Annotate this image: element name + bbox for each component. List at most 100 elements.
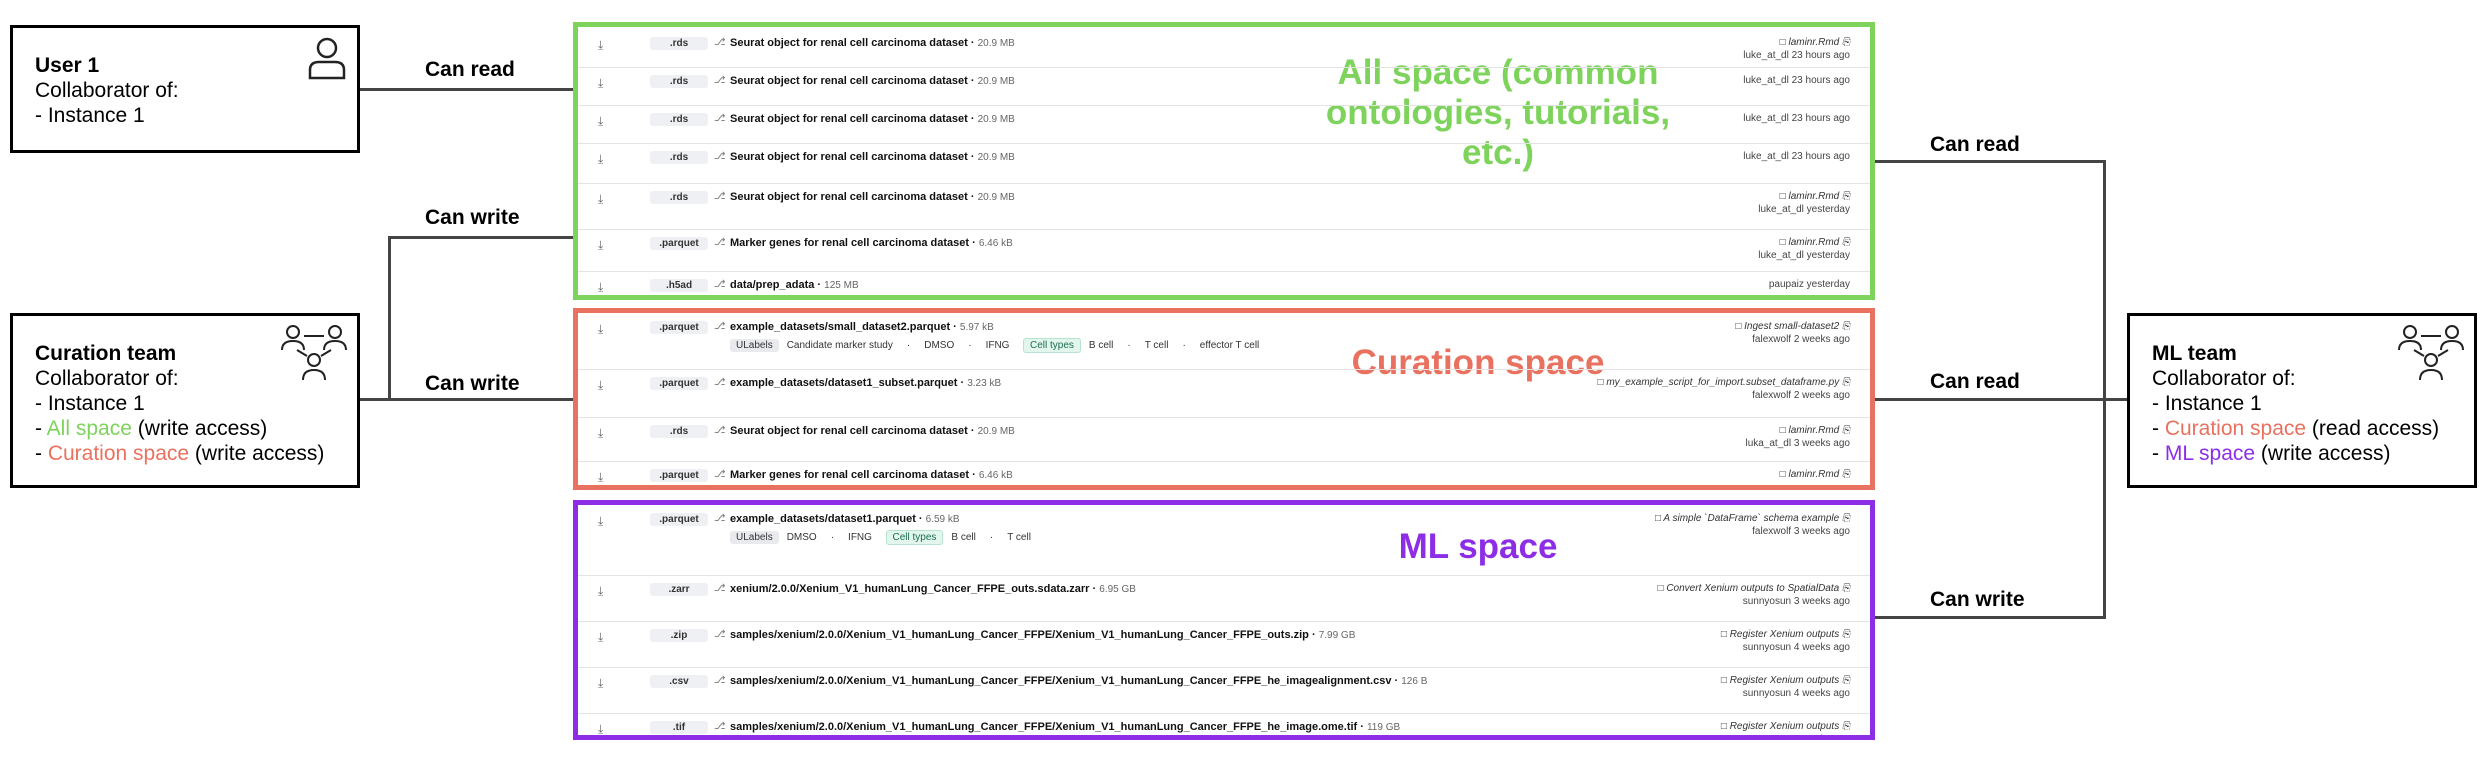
file-name[interactable]: samples/xenium/2.0.0/Xenium_V1_humanLung… [730,629,1355,641]
download-icon[interactable]: ⤓ [598,630,603,645]
link-icon: ⎇ [714,377,726,388]
notebook-icon: □ [1720,721,1730,732]
download-icon[interactable]: ⤓ [598,238,603,253]
transform-link[interactable]: □ Convert Xenium outputs to SpatialData … [1658,583,1851,594]
copy-icon: ⎘ [1839,377,1850,388]
file-name[interactable]: xenium/2.0.0/Xenium_V1_humanLung_Cancer_… [730,583,1136,595]
connector-curation-all-v [388,236,391,400]
transform-link[interactable]: □ laminr.Rmd ⎘ [1780,425,1850,436]
table-row[interactable]: ⤓ .rds ⎇ Seurat object for renal cell carci… [578,105,1870,143]
file-size: 119 GB [1366,722,1401,733]
transform-link[interactable]: □ A simple `DataFrame` schema example ⎘ [1655,513,1850,524]
table-row[interactable]: ⤓ .parquet ⎇ Marker genes for renal cell ca… [578,461,1870,485]
file-extension-badge: .rds [650,425,708,438]
download-icon[interactable]: ⤓ [598,514,603,529]
file-name[interactable]: samples/xenium/2.0.0/Xenium_V1_humanLung… [730,675,1427,687]
cell-type-value[interactable]: T cell [1139,339,1175,352]
file-name[interactable]: Seurat object for renal cell carcinoma d… [730,151,1015,163]
download-icon[interactable]: ⤓ [598,470,603,485]
row-divider [578,143,1870,144]
transform-link[interactable]: □ laminr.Rmd ⎘ [1780,191,1850,202]
file-name[interactable]: data/prep_adata · 125 MB [730,279,859,291]
link-icon: ⎇ [714,469,726,480]
file-name[interactable]: example_datasets/small_dataset2.parquet … [730,321,994,333]
cell-type-value[interactable]: effector T cell [1194,339,1265,352]
link-icon: ⎇ [714,583,726,594]
link-icon: ⎇ [714,629,726,640]
file-name[interactable]: example_datasets/dataset1.parquet · 6.59… [730,513,960,525]
label-ml-can-write-ml: Can write [1930,588,2025,611]
table-row[interactable]: ⤓ .parquet ⎇ example_datasets/small_dataset… [590,321,1858,353]
file-size: 20.9 MB [977,426,1015,437]
download-icon[interactable]: ⤓ [598,378,603,393]
table-row[interactable]: ⤓ .h5ad ⎇ data/prep_adata · 125 MB paupaiz y… [578,271,1870,295]
table-row[interactable]: ⤓ .rds ⎇ Seurat object for renal cell carci… [578,183,1870,221]
notebook-icon: □ [1720,629,1730,640]
ulabel-value[interactable]: IFNG [842,531,878,544]
file-size: 125 MB [824,280,859,291]
connector-curation-cur [358,398,574,401]
file-extension-badge: .parquet [650,237,708,250]
transform-link[interactable]: □ laminr.Rmd ⎘ [1780,237,1850,248]
file-name[interactable]: samples/xenium/2.0.0/Xenium_V1_humanLung… [730,721,1400,733]
table-row[interactable]: ⤓ .rds ⎇ Seurat object for renal cell carci… [578,143,1870,181]
cell-type-value[interactable]: B cell [945,531,981,544]
table-row[interactable]: ⤓ .tif ⎇ samples/xenium/2.0.0/Xenium_V1_hum… [578,713,1870,735]
file-name[interactable]: Marker genes for renal cell carcinoma da… [730,237,1013,249]
file-name[interactable]: Marker genes for renal cell carcinoma da… [730,469,1013,481]
file-name[interactable]: example_datasets/dataset1_subset.parquet… [730,377,1001,389]
author-timestamp: sunnyosun 3 weeks ago [1742,596,1850,607]
table-row[interactable]: ⤓ .rds ⎇ Seurat object for renal cell carci… [590,37,1858,67]
table-row[interactable]: ⤓ .parquet ⎇ Marker genes for renal cell ca… [578,229,1870,267]
link-icon: ⎇ [714,721,726,732]
link-icon: ⎇ [714,191,726,202]
download-icon[interactable]: ⤓ [598,322,603,337]
curation-space-panel: Curation space ⤓ .parquet ⎇ example_dataset… [573,308,1875,490]
ulabels-badge: ULabels [730,339,779,352]
transform-link[interactable]: □ Register Xenium outputs ⎘ [1721,721,1850,732]
cell-types-badge: Cell types [885,530,944,545]
download-icon[interactable]: ⤓ [598,676,603,691]
notebook-icon: □ [1597,377,1607,388]
download-icon[interactable]: ⤓ [598,76,603,91]
transform-link[interactable]: □ Register Xenium outputs ⎘ [1721,629,1850,640]
download-icon[interactable]: ⤓ [598,584,603,599]
transform-link[interactable]: □ Register Xenium outputs ⎘ [1721,675,1850,686]
file-name[interactable]: Seurat object for renal cell carcinoma d… [730,113,1015,125]
download-icon[interactable]: ⤓ [598,722,603,735]
download-icon[interactable]: ⤓ [598,114,603,129]
download-icon[interactable]: ⤓ [598,38,603,53]
download-icon[interactable]: ⤓ [598,192,603,207]
transform-link[interactable]: □ Ingest small-dataset2 ⎘ [1735,321,1850,332]
transform-link[interactable]: □ laminr.Rmd ⎘ [1780,469,1850,480]
table-row[interactable]: ⤓ .zarr ⎇ xenium/2.0.0/Xenium_V1_humanLung_… [578,575,1870,613]
file-name[interactable]: Seurat object for renal cell carcinoma d… [730,37,1015,49]
ulabels-badge: ULabels [730,531,779,544]
ulabel-value[interactable]: DMSO [918,339,960,352]
ulabel-value[interactable]: DMSO [781,531,823,544]
ulabel-value[interactable]: IFNG [980,339,1016,352]
table-row[interactable]: ⤓ .rds ⎇ Seurat object for renal cell carci… [578,417,1870,455]
transform-link[interactable]: □ laminr.Rmd ⎘ [1780,37,1850,48]
cell-type-value[interactable]: T cell [1001,531,1037,544]
table-row[interactable]: ⤓ .zip ⎇ samples/xenium/2.0.0/Xenium_V1_hum… [578,621,1870,659]
curation-space-mention: Curation space [47,442,190,465]
download-icon[interactable]: ⤓ [598,426,603,441]
cell-type-value[interactable]: B cell [1083,339,1119,352]
table-row[interactable]: ⤓ .parquet ⎇ example_datasets/dataset1_subs… [578,369,1870,407]
file-name[interactable]: Seurat object for renal cell carcinoma d… [730,75,1015,87]
table-row[interactable]: ⤓ .csv ⎇ samples/xenium/2.0.0/Xenium_V1_hum… [578,667,1870,705]
user1-line-2: - Instance 1 [35,104,145,127]
table-row[interactable]: ⤓ .parquet ⎇ example_datasets/dataset1.parq… [590,513,1858,545]
row-divider [578,713,1870,714]
file-name[interactable]: Seurat object for renal cell carcinoma d… [730,425,1015,437]
user1-line-1: Collaborator of: [35,79,179,102]
table-row[interactable]: ⤓ .rds ⎇ Seurat object for renal cell carci… [578,67,1870,105]
ulabel-value[interactable]: Candidate marker study [781,339,899,352]
transform-link[interactable]: □ my_example_script_for_import.subset_da… [1598,377,1851,388]
row-divider [578,369,1870,370]
download-icon[interactable]: ⤓ [598,280,603,295]
download-icon[interactable]: ⤓ [598,152,603,167]
label-ml-can-read-all: Can read [1930,133,2020,156]
file-name[interactable]: Seurat object for renal cell carcinoma d… [730,191,1015,203]
